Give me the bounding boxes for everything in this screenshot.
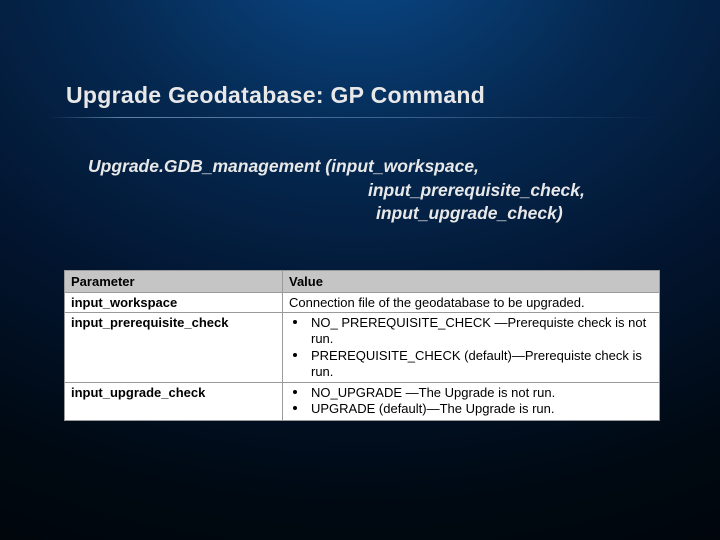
bullet-text: PREREQUISITE_CHECK (default)—Prerequiste… [311,348,642,379]
slide-title: Upgrade Geodatabase: GP Command [66,82,485,109]
title-underline [48,117,663,118]
list-item: NO_ PREREQUISITE_CHECK —Prerequiste chec… [289,315,653,348]
list-item: PREREQUISITE_CHECK (default)—Prerequiste… [289,348,653,381]
signature-line-3: input_upgrade_check) [88,202,585,226]
bullet-text: NO_ PREREQUISITE_CHECK —Prerequiste chec… [311,315,646,346]
header-value: Value [283,271,660,293]
param-value: NO_UPGRADE —The Upgrade is not run. UPGR… [283,383,660,421]
table-row: input_upgrade_check NO_UPGRADE —The Upgr… [65,383,660,421]
parameter-table-container: Parameter Value input_workspace Connecti… [64,270,660,421]
bullet-icon [293,320,297,324]
table-header-row: Parameter Value [65,271,660,293]
parameter-table: Parameter Value input_workspace Connecti… [64,270,660,421]
param-name: input_workspace [65,293,283,313]
list-item: NO_UPGRADE —The Upgrade is not run. [289,385,653,401]
param-value: NO_ PREREQUISITE_CHECK —Prerequiste chec… [283,313,660,383]
bullet-icon [293,406,297,410]
bullet-text: UPGRADE (default)—The Upgrade is run. [311,401,554,416]
param-name: input_prerequisite_check [65,313,283,383]
header-parameter: Parameter [65,271,283,293]
signature-line-1: Upgrade.GDB_management (input_workspace, [88,156,479,176]
function-signature: Upgrade.GDB_management (input_workspace,… [88,155,585,226]
bullet-icon [293,353,297,357]
value-bullet-list: NO_ PREREQUISITE_CHECK —Prerequiste chec… [289,315,653,380]
list-item: UPGRADE (default)—The Upgrade is run. [289,401,653,417]
param-name: input_upgrade_check [65,383,283,421]
table-row: input_prerequisite_check NO_ PREREQUISIT… [65,313,660,383]
slide: Upgrade Geodatabase: GP Command Upgrade.… [0,0,720,540]
param-value: Connection file of the geodatabase to be… [283,293,660,313]
value-bullet-list: NO_UPGRADE —The Upgrade is not run. UPGR… [289,385,653,418]
table-row: input_workspace Connection file of the g… [65,293,660,313]
signature-line-2: input_prerequisite_check, [88,179,585,203]
bullet-icon [293,390,297,394]
bullet-text: NO_UPGRADE —The Upgrade is not run. [311,385,555,400]
